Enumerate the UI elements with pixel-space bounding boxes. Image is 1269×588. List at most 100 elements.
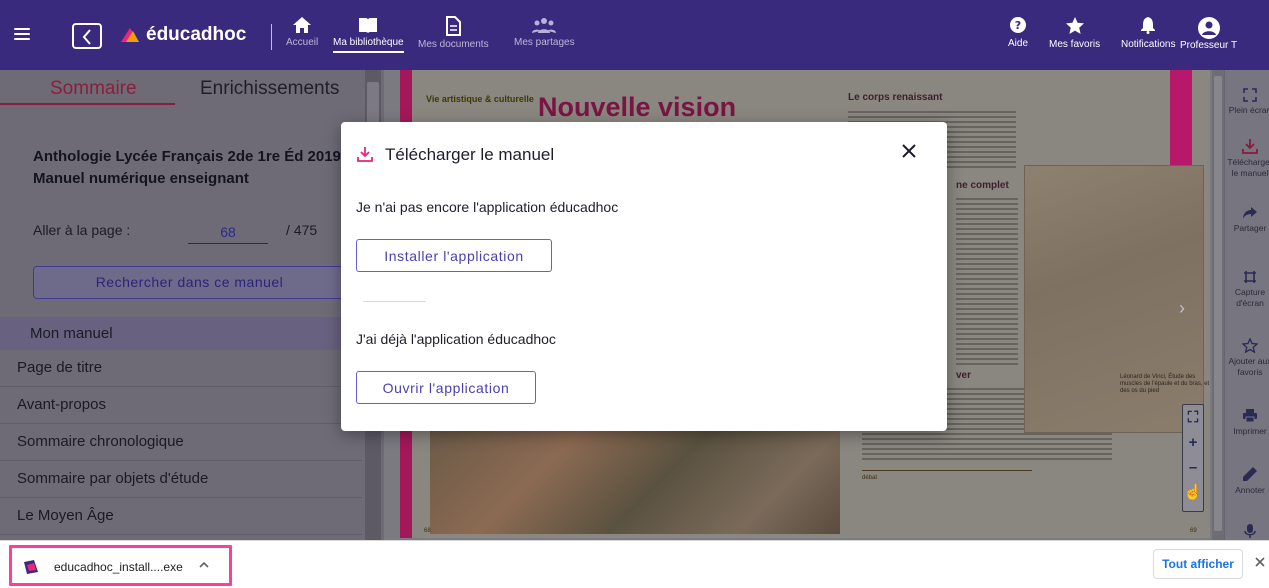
microphone-icon — [1244, 524, 1256, 538]
nav-ma-bibliotheque[interactable]: Ma bibliothèque — [333, 16, 404, 53]
chevron-up-icon[interactable] — [198, 559, 210, 571]
zoom-out-icon[interactable]: – — [1189, 455, 1197, 480]
close-shelf-icon[interactable] — [1255, 557, 1265, 567]
tool-fullscreen-label: Plein écran — [1228, 105, 1269, 115]
fit-page-icon[interactable]: ⛶ — [1188, 405, 1199, 430]
close-icon[interactable] — [902, 144, 916, 158]
open-app-button[interactable]: Ouvrir l'application — [356, 371, 536, 404]
page-number-right: 69 — [1190, 528, 1197, 534]
nav-aide-label: Aide — [1008, 38, 1029, 49]
top-nav: éducadhoc Accueil Ma bibliothèque Mes do… — [0, 0, 1269, 70]
tool-share[interactable]: Partager — [1225, 206, 1269, 234]
download-shelf: educadhoc_install....exe Tout afficher — [0, 540, 1269, 588]
page-title: Nouvelle vision — [538, 92, 737, 122]
document-icon — [446, 16, 462, 36]
home-icon — [293, 17, 312, 33]
tab-enrichissements[interactable]: Enrichissements — [200, 78, 339, 100]
tool-annotate[interactable]: Annoter — [1225, 466, 1269, 496]
tool-capture[interactable]: Capture d'écran — [1225, 270, 1269, 309]
page-heading-2: ne complet — [956, 180, 1009, 191]
toc-header-label: Mon manuel — [30, 325, 113, 342]
page-text-block — [956, 195, 1018, 365]
tool-annotate-label: Annoter — [1235, 485, 1265, 495]
nav-mes-partages[interactable]: Mes partages — [514, 16, 575, 48]
download-icon — [1242, 139, 1258, 154]
tool-favorite-label: Ajouter aux favoris — [1228, 356, 1269, 377]
toc-item-sommaire-chronologique[interactable]: Sommaire chronologique — [0, 424, 362, 461]
hand-pan-icon[interactable]: ☝ — [1184, 480, 1203, 505]
brand-name: éducadhoc — [146, 24, 247, 45]
nav-accueil[interactable]: Accueil — [286, 16, 318, 48]
capture-icon — [1244, 271, 1256, 283]
next-page-arrow-icon[interactable]: › — [1179, 298, 1185, 319]
zoom-toolbar: ⛶ + – ☝ — [1182, 404, 1204, 512]
tool-print[interactable]: Imprimer — [1225, 408, 1269, 437]
book-open-icon — [359, 18, 378, 33]
tool-favorite[interactable]: Ajouter aux favoris — [1225, 338, 1269, 378]
download-icon — [357, 147, 373, 162]
show-all-downloads-button[interactable]: Tout afficher — [1153, 549, 1243, 579]
page-scrollbar[interactable] — [1212, 70, 1224, 540]
no-app-question: Je n'ai pas encore l'application éducadh… — [356, 199, 619, 215]
toc-item-sommaire-objets-etude[interactable]: Sommaire par objets d'étude — [0, 461, 362, 498]
tab-sommaire[interactable]: Sommaire — [50, 78, 137, 100]
brand-logo[interactable]: éducadhoc — [120, 24, 246, 46]
nav-mes-favoris[interactable]: Mes favoris — [1049, 17, 1100, 50]
tool-share-label: Partager — [1233, 223, 1267, 233]
star-outline-icon — [1242, 338, 1258, 353]
nav-notifications-label: Notifications — [1121, 39, 1176, 50]
debate-box-title: débat — [862, 475, 878, 481]
chevron-left-icon — [82, 29, 91, 45]
search-manual-button[interactable]: Rechercher dans ce manuel — [33, 266, 346, 299]
tool-download[interactable]: Télécharger le manuel — [1225, 138, 1269, 179]
page-scrollbar-thumb[interactable] — [1214, 76, 1222, 531]
brand-logo-icon — [121, 28, 139, 42]
bell-icon — [1141, 17, 1156, 34]
share-arrow-icon — [1243, 207, 1257, 219]
nav-accueil-label: Accueil — [286, 37, 319, 48]
right-toolbar: Plein écran Télécharger le manuel Partag… — [1224, 70, 1269, 540]
tool-microphone[interactable] — [1225, 524, 1269, 541]
sidebar: Sommaire Enrichissements Anthologie Lycé… — [0, 70, 384, 540]
page-section-tag: Vie artistique & culturelle — [426, 94, 534, 104]
page-heading-3: ver — [956, 370, 972, 381]
back-button[interactable] — [72, 23, 102, 49]
image-caption: Léonard de Vinci, Étude des muscles de l… — [1120, 374, 1210, 394]
goto-page-input[interactable] — [188, 220, 268, 244]
nav-notifications[interactable]: Notifications — [1121, 17, 1175, 50]
pen-icon — [1243, 467, 1257, 481]
fresco-image — [430, 426, 840, 534]
page-heading-1: Le corps renaissant — [848, 92, 943, 103]
tool-print-label: Imprimer — [1233, 426, 1267, 436]
hamburger-menu-icon[interactable] — [14, 28, 30, 40]
install-app-button[interactable]: Installer l'application — [356, 239, 552, 272]
download-file-name: educadhoc_install....exe — [54, 560, 183, 574]
print-icon — [1243, 409, 1257, 423]
tool-capture-label: Capture d'écran — [1234, 287, 1266, 308]
fullscreen-icon — [1243, 88, 1257, 102]
toc-item-page-de-titre[interactable]: Page de titre — [0, 350, 362, 387]
share-people-icon — [532, 18, 557, 33]
tool-download-label: Télécharger le manuel — [1227, 157, 1269, 178]
dialog-title: Télécharger le manuel — [385, 145, 555, 164]
nav-divider — [271, 24, 272, 50]
nav-ma-bibliotheque-label: Ma bibliothèque — [333, 37, 404, 53]
nav-mes-documents[interactable]: Mes documents — [418, 16, 489, 50]
debate-box: débat — [862, 470, 1032, 526]
svg-text:?: ? — [1015, 19, 1021, 32]
nav-professeur-label: Professeur T — [1180, 40, 1238, 51]
page-number-left: 68 — [424, 528, 431, 534]
goto-page-total: / 475 — [286, 222, 318, 238]
tool-fullscreen[interactable]: Plein écran — [1225, 88, 1269, 116]
star-icon — [1065, 17, 1084, 34]
installer-file-icon — [24, 560, 38, 574]
goto-page-label: Aller à la page : — [33, 222, 131, 238]
nav-aide[interactable]: ? Aide — [1008, 17, 1028, 49]
toc-header[interactable]: Mon manuel — [0, 317, 362, 350]
sidebar-tabs: Sommaire Enrichissements — [0, 70, 362, 105]
nav-professeur[interactable]: Professeur T — [1180, 17, 1237, 51]
toc-item-moyen-age[interactable]: Le Moyen Âge — [0, 498, 362, 535]
toc-item-avant-propos[interactable]: Avant-propos — [0, 387, 362, 424]
download-item[interactable]: educadhoc_install....exe — [9, 545, 232, 586]
zoom-in-icon[interactable]: + — [1189, 430, 1198, 455]
